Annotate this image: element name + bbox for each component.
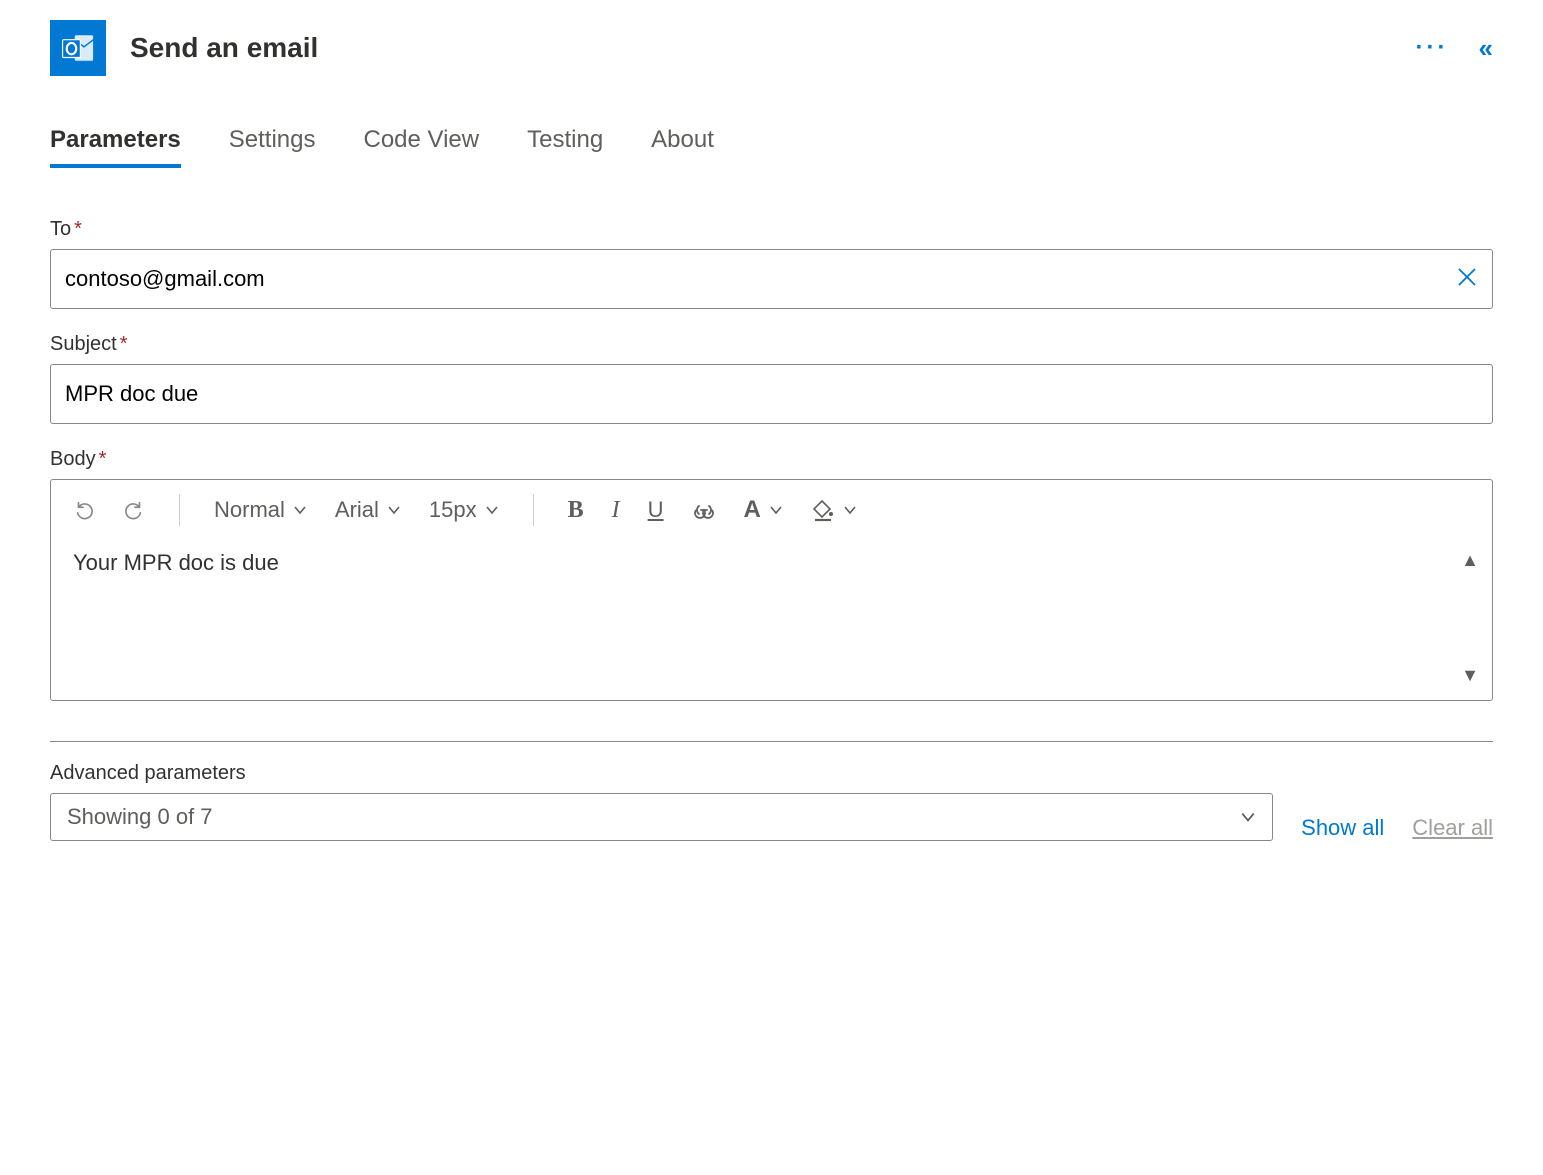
highlight-color-button[interactable] [811,498,857,522]
paint-bucket-icon [811,498,835,522]
redo-button[interactable] [123,499,145,521]
font-select[interactable]: Arial [335,497,401,523]
clear-to-button[interactable] [1456,264,1478,295]
panel-title: Send an email [130,32,1392,64]
panel-header: Send an email ··· « [50,20,1493,76]
scroll-down-button[interactable]: ▼ [1461,665,1479,686]
tab-about[interactable]: About [651,126,714,168]
chevron-down-icon [843,503,857,517]
undo-icon [73,499,95,521]
subject-input-wrap [50,364,1493,424]
italic-button[interactable]: I [612,497,620,524]
undo-button[interactable] [73,499,95,521]
tab-bar: Parameters Settings Code View Testing Ab… [50,126,1493,168]
body-field-group: Body* Normal Arial 15px B [50,448,1493,701]
body-scrollbar: ▲ ▼ [1448,540,1492,700]
body-label: Body* [50,448,1493,471]
bold-button[interactable]: B [568,497,584,524]
body-editor: Normal Arial 15px B I U A [50,479,1493,701]
subject-input[interactable] [65,365,1478,423]
font-color-button[interactable]: A [744,496,783,524]
required-marker: * [99,448,107,470]
chevron-down-icon [1240,809,1256,825]
chevron-down-icon [387,503,401,517]
tab-parameters[interactable]: Parameters [50,126,181,168]
advanced-parameters-row: Advanced parameters Showing 0 of 7 Show … [50,762,1493,841]
section-divider [50,741,1493,742]
to-field-group: To* [50,218,1493,309]
more-options-button[interactable]: ··· [1416,34,1449,62]
link-button[interactable] [692,500,716,520]
to-input-wrap [50,249,1493,309]
tab-settings[interactable]: Settings [229,126,316,168]
underline-button[interactable]: U [648,497,664,523]
scroll-up-button[interactable]: ▲ [1461,550,1479,571]
subject-field-group: Subject* [50,333,1493,424]
required-marker: * [120,333,128,355]
chevron-down-icon [485,503,499,517]
collapse-panel-button[interactable]: « [1479,33,1493,64]
chevron-down-icon [293,503,307,517]
tab-testing[interactable]: Testing [527,126,603,168]
redo-icon [123,499,145,521]
show-all-link[interactable]: Show all [1301,815,1384,841]
advanced-showing-text: Showing 0 of 7 [67,804,213,830]
toolbar-divider [179,494,180,526]
chevron-down-icon [769,503,783,517]
to-label: To* [50,218,1493,241]
style-select[interactable]: Normal [214,497,307,523]
required-marker: * [74,218,82,240]
body-textarea[interactable]: Your MPR doc is due [51,540,1448,700]
link-icon [692,500,716,520]
close-icon [1456,266,1478,288]
editor-toolbar: Normal Arial 15px B I U A [51,480,1492,540]
clear-all-link[interactable]: Clear all [1412,815,1493,841]
subject-label: Subject* [50,333,1493,356]
toolbar-divider [533,494,534,526]
size-select[interactable]: 15px [429,497,499,523]
to-input[interactable] [65,250,1456,308]
advanced-parameters-select[interactable]: Showing 0 of 7 [50,793,1273,841]
tab-code-view[interactable]: Code View [363,126,479,168]
outlook-icon [50,20,106,76]
advanced-label: Advanced parameters [50,762,1273,785]
